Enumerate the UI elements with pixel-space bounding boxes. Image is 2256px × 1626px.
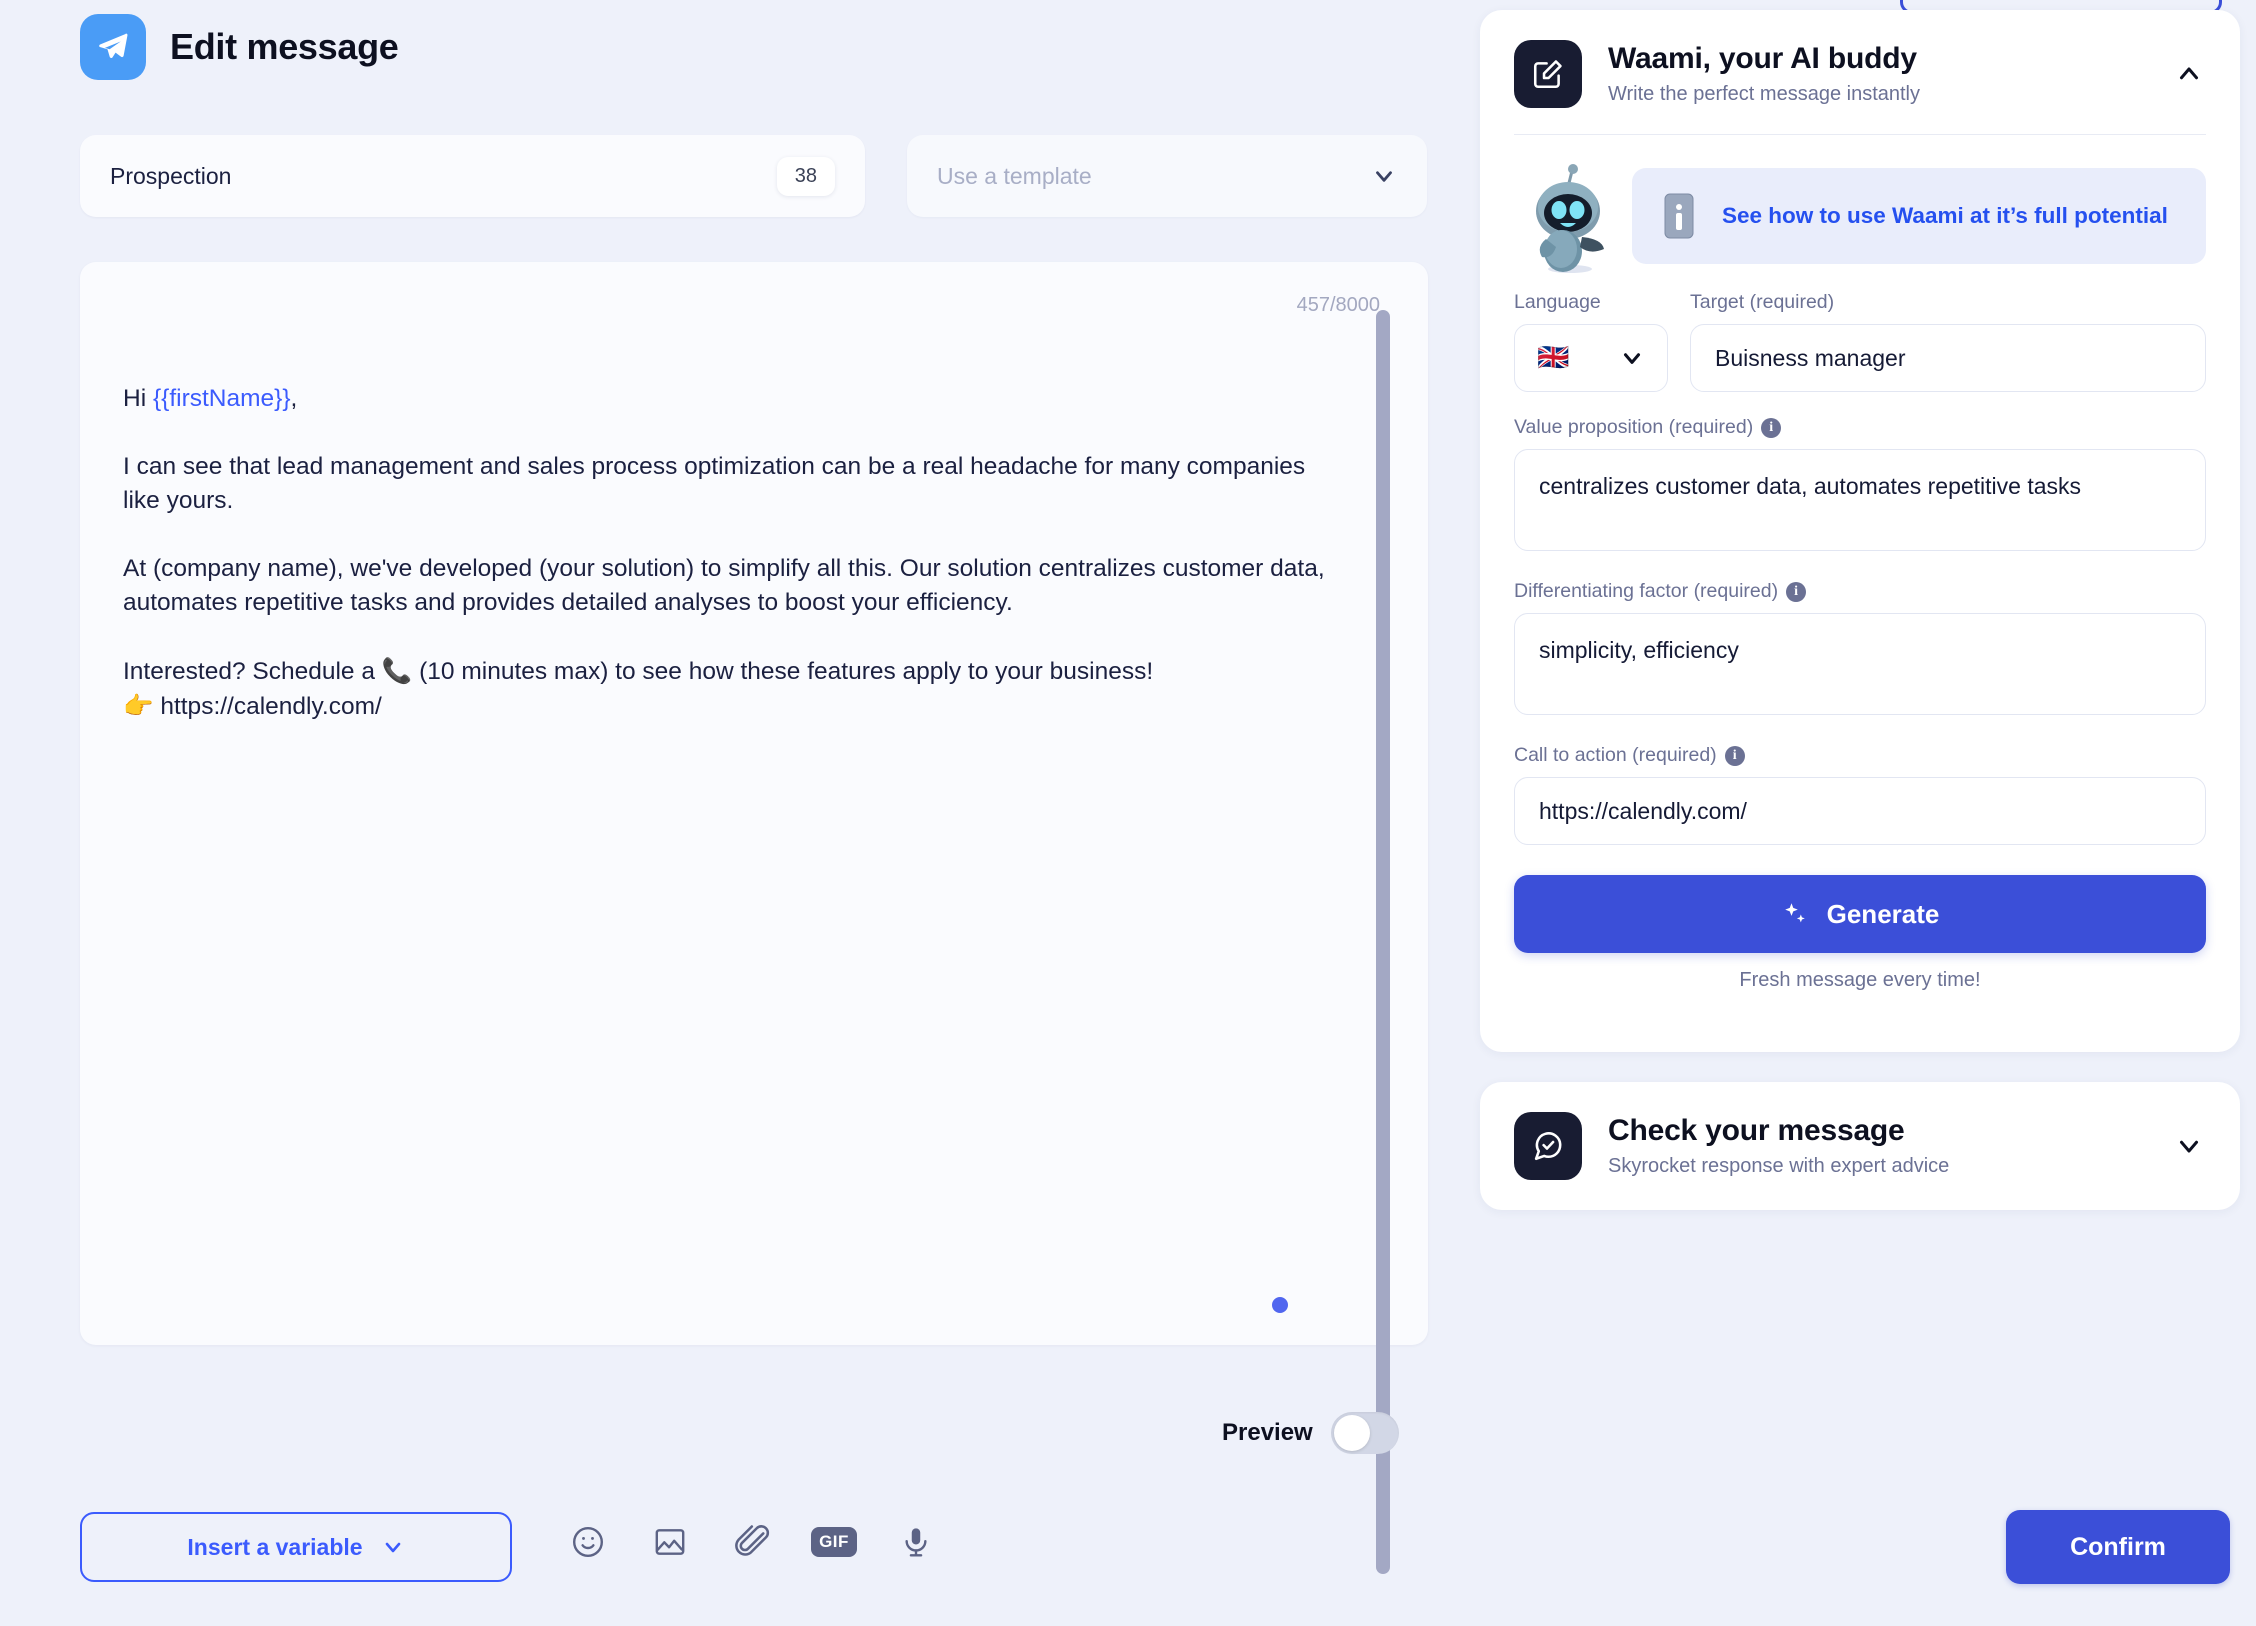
image-icon[interactable] [650,1522,690,1562]
insert-variable-button[interactable]: Insert a variable [80,1512,512,1582]
check-message-header[interactable]: Check your message Skyrocket response wi… [1480,1082,2240,1180]
value-proposition-group: Value proposition (required) i [1514,416,2206,556]
differentiating-factor-label: Differentiating factor (required) i [1514,580,2206,603]
template-select[interactable]: Use a template [907,135,1427,217]
check-message-expand-button[interactable] [2172,1129,2206,1163]
cta-link-text: https://calendly.com/ [153,693,382,720]
info-icon [1664,193,1694,239]
preview-label: Preview [1222,1419,1313,1446]
check-message-subtitle: Skyrocket response with expert advice [1608,1154,1950,1177]
cta-line-prefix: Interested? Schedule a [123,658,382,685]
message-editor-card[interactable]: 457/8000 Hi {{firstName}}, I can see tha… [80,262,1428,1574]
insert-variable-label: Insert a variable [187,1533,363,1560]
template-placeholder: Use a template [937,162,1092,189]
phone-emoji-icon: 📞 [381,656,413,685]
preview-toggle-knob [1333,1415,1370,1451]
differentiating-factor-textarea[interactable] [1514,613,2206,715]
call-to-action-group: Call to action (required) i [1514,744,2206,845]
waami-collapse-button[interactable] [2172,57,2206,91]
editor-char-counter: 457/8000 [1296,294,1380,316]
waami-card: Waami, your AI buddy Write the perfect m… [1480,10,2240,1052]
edit-square-pencil-icon [1514,40,1582,108]
chevron-down-icon [2180,1140,2198,1153]
check-message-card[interactable]: Check your message Skyrocket response wi… [1480,1082,2240,1210]
waami-promo-banner[interactable]: See how to use Waami at it’s full potent… [1632,168,2206,264]
target-group: Target (required) [1690,291,2206,392]
editor-status-dot [1272,1297,1288,1313]
check-message-title: Check your message [1608,1114,1905,1148]
info-icon[interactable]: i [1786,581,1807,602]
message-editor-pane: Edit message Prospection 38 Use a templa… [0,0,1480,1626]
cta-line-suffix: (10 minutes max) to see how these featur… [412,658,1154,685]
greeting-suffix: , [290,385,298,412]
message-paragraph-greeting: Hi {{firstName}}, [123,382,1328,416]
language-group: Language 🇬🇧 [1514,291,1668,392]
info-icon[interactable]: i [1761,417,1782,438]
message-name-value: Prospection [110,162,232,189]
preview-toggle[interactable] [1330,1412,1399,1454]
message-name-field[interactable]: Prospection 38 [80,135,865,217]
uk-flag-icon: 🇬🇧 [1537,343,1570,373]
page-title: Edit message [170,26,399,67]
chevron-down-icon [385,1542,400,1553]
call-to-action-label: Call to action (required) i [1514,744,2206,767]
message-body-text[interactable]: Hi {{firstName}}, I can see that lead ma… [123,382,1328,724]
language-label: Language [1514,291,1601,313]
chevron-up-icon [2180,67,2198,80]
sparkles-icon [1784,903,1805,923]
assistant-pane: Waami, your AI buddy Write the perfect m… [1480,0,2256,1626]
message-name-char-count: 38 [776,156,835,196]
waami-promo-row: See how to use Waami at it’s full potent… [1480,135,2240,275]
emoji-smiley-icon[interactable] [568,1522,608,1562]
differentiating-factor-group: Differentiating factor (required) i [1514,580,2206,720]
waami-card-title: Waami, your AI buddy [1608,42,1917,76]
send-paper-plane-icon [80,14,146,80]
gif-label: GIF [811,1527,857,1557]
composer-toolbar: GIF [568,1522,936,1562]
message-paragraph-2: At (company name), we've developed (your… [123,555,1325,616]
generate-button[interactable]: Generate [1514,875,2206,953]
value-proposition-textarea[interactable] [1514,449,2206,551]
call-to-action-label-text: Call to action (required) [1514,744,1717,766]
gif-icon[interactable]: GIF [811,1522,857,1562]
pointing-hand-emoji-icon: 👉 [123,691,154,720]
preview-toggle-row: Preview [1222,1412,1399,1454]
waami-card-header[interactable]: Waami, your AI buddy Write the perfect m… [1480,10,2240,108]
language-target-row: Language 🇬🇧 Target (required) [1514,291,2206,392]
generate-label: Generate [1826,898,1940,929]
language-select[interactable]: 🇬🇧 [1514,324,1668,392]
generate-subtext: Fresh message every time! [1739,969,1981,991]
robot-mascot-icon [1514,157,1622,275]
check-message-titles: Check your message Skyrocket response wi… [1608,1114,2146,1178]
waami-card-subtitle: Write the perfect message instantly [1608,82,1920,105]
value-proposition-label-text: Value proposition (required) [1514,416,1754,438]
target-label: Target (required) [1690,291,1835,313]
paperclip-icon[interactable] [732,1522,772,1562]
waami-promo-text: See how to use Waami at it’s full potent… [1722,202,2168,228]
page-header: Edit message [80,14,399,80]
waami-card-titles: Waami, your AI buddy Write the perfect m… [1608,42,2146,106]
message-meta-row: Prospection 38 Use a template [80,135,1427,217]
editor-scrollbar-thumb[interactable] [1376,310,1390,1574]
waami-form: Language 🇬🇧 Target (required) Value prop… [1480,291,2240,992]
message-paragraph-3: Interested? Schedule a 📞 (10 minutes max… [123,654,1328,724]
target-input[interactable] [1690,324,2206,392]
microphone-icon[interactable] [896,1522,936,1562]
call-to-action-input[interactable] [1514,777,2206,845]
chevron-down-icon [1376,171,1392,182]
message-paragraph-1: I can see that lead management and sales… [123,453,1306,514]
info-icon[interactable]: i [1724,745,1745,766]
chevron-down-icon [1623,353,1641,364]
chat-check-icon [1514,1112,1582,1180]
differentiating-factor-label-text: Differentiating factor (required) [1514,580,1779,602]
variable-token-firstname: {{firstName}} [152,385,291,412]
value-proposition-label: Value proposition (required) i [1514,416,2206,439]
greeting-prefix: Hi [123,385,153,412]
